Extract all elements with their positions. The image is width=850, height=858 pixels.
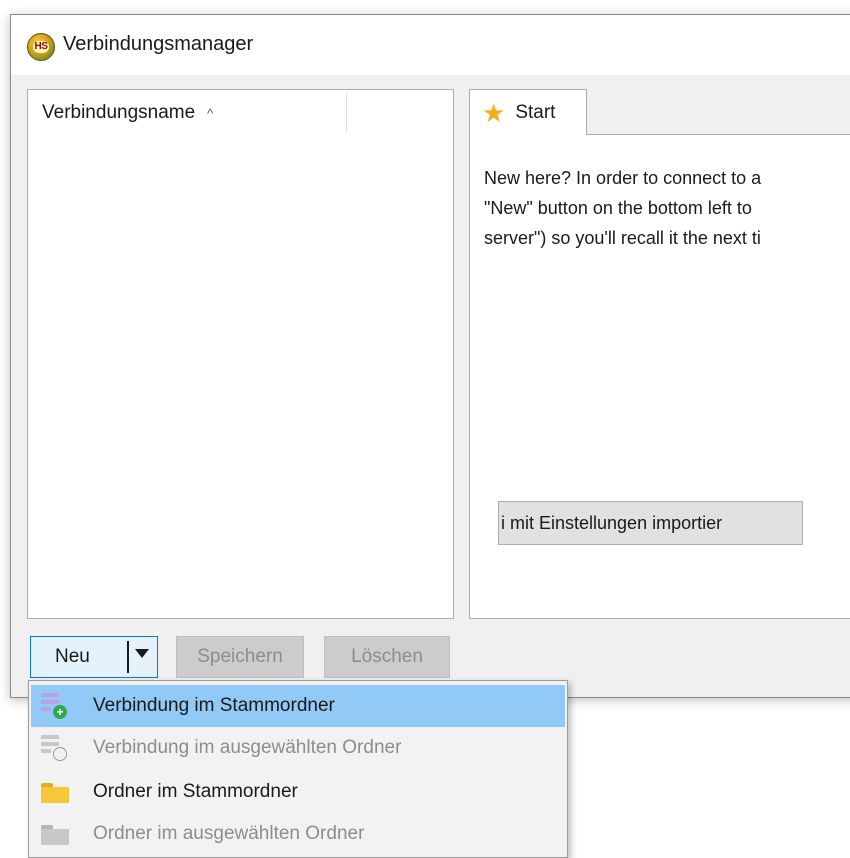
menu-item-label: Verbindung im Stammordner [93, 695, 335, 716]
split-divider [127, 641, 129, 673]
start-tab-panel: New here? In order to connect to a "New"… [469, 134, 850, 619]
column-divider[interactable] [346, 94, 347, 132]
menu-item-label: Verbindung im ausgewählten Ordner [93, 737, 402, 758]
column-header-connection-name[interactable]: Verbindungsname ^ [28, 90, 348, 136]
chevron-down-icon[interactable] [135, 649, 149, 658]
save-button[interactable]: Speichern [176, 636, 304, 678]
import-settings-button[interactable]: i mit Einstellungen importier [498, 501, 803, 545]
sort-ascending-icon: ^ [207, 105, 214, 121]
menu-item-folder-in-selected[interactable]: Ordner im ausgewählten Ordner [31, 813, 565, 855]
tab-area: ★ Start New here? In order to connect to… [469, 89, 850, 619]
menu-item-connection-in-selected[interactable]: Verbindung im ausgewählten Ordner [31, 727, 565, 769]
app-logo-icon: HS [27, 33, 55, 61]
connection-manager-window: HS Verbindungsmanager Verbindungsname ^ … [10, 14, 850, 698]
window-title: Verbindungsmanager [63, 33, 254, 55]
connection-list[interactable]: Verbindungsname ^ [27, 89, 454, 619]
delete-button[interactable]: Löschen [324, 636, 450, 678]
folder-icon [41, 825, 69, 845]
new-connection-icon: + [41, 693, 67, 719]
new-split-button[interactable]: Neu [30, 636, 158, 678]
menu-item-folder-in-root[interactable]: Ordner im Stammordner [31, 771, 565, 813]
menu-item-label: Ordner im ausgewählten Ordner [93, 823, 365, 844]
star-icon: ★ [482, 97, 506, 128]
menu-item-label: Ordner im Stammordner [93, 781, 298, 802]
new-dropdown-menu: + Verbindung im Stammordner Verbindung i… [28, 680, 568, 858]
new-connection-icon [41, 735, 67, 761]
intro-line: "New" button on the bottom left to [484, 198, 752, 218]
intro-line: New here? In order to connect to a [484, 168, 762, 188]
folder-icon [41, 783, 69, 803]
new-button-label: Neu [55, 646, 90, 667]
menu-item-connection-in-root[interactable]: + Verbindung im Stammordner [31, 685, 565, 727]
title-bar[interactable]: HS Verbindungsmanager [11, 15, 850, 75]
tab-start-label: Start [515, 101, 556, 123]
intro-line: server") so you'll recall it the next ti [484, 228, 761, 248]
intro-text: New here? In order to connect to a "New"… [484, 163, 850, 253]
import-settings-label: i mit Einstellungen importier [501, 512, 723, 533]
column-header-label: Verbindungsname [42, 102, 196, 123]
tab-start[interactable]: ★ Start [469, 89, 587, 135]
